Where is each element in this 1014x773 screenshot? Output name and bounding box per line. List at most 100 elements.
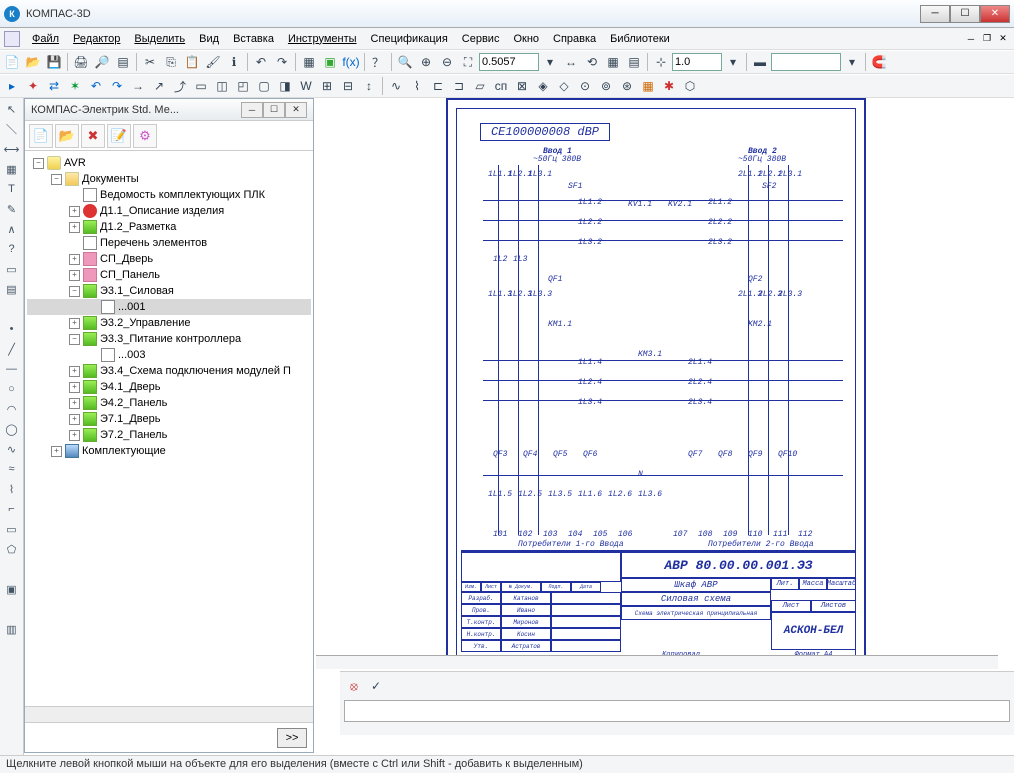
style-input[interactable] <box>771 53 841 71</box>
et-2[interactable]: ✦ <box>23 76 43 96</box>
vs-hatch-icon[interactable]: ▦ <box>3 160 21 178</box>
panel-min-icon[interactable]: ─ <box>241 102 263 118</box>
et-9[interactable]: ⤴ <box>170 76 190 96</box>
tree-expander[interactable]: − <box>51 174 62 185</box>
tree-node[interactable]: +Э4.2_Панель <box>27 395 311 411</box>
vs-arrow-icon[interactable]: ↖ <box>3 100 21 118</box>
drawing-canvas[interactable]: СЕ100000008 dBP Ввод 1 ~50Гц 380В Ввод 2… <box>316 98 1014 755</box>
spec-icon[interactable]: ▣ <box>320 52 340 72</box>
et-25[interactable]: ⊠ <box>512 76 532 96</box>
et-21[interactable]: ⊏ <box>428 76 448 96</box>
et-31[interactable]: ▦ <box>638 76 658 96</box>
brush-icon[interactable]: 🖌 <box>203 52 223 72</box>
et-19[interactable]: ∿ <box>386 76 406 96</box>
et-29[interactable]: ⊚ <box>596 76 616 96</box>
et-14[interactable]: ◨ <box>275 76 295 96</box>
et-7[interactable]: → <box>128 76 148 96</box>
cmd-stop-icon[interactable]: ⦻ <box>344 676 364 696</box>
panel-more-button[interactable]: >> <box>277 728 307 748</box>
redo-icon[interactable]: ↷ <box>272 52 292 72</box>
panel-tool-icon[interactable]: ⚙ <box>133 124 157 148</box>
et-32[interactable]: ✱ <box>659 76 679 96</box>
close-button[interactable]: ✕ <box>980 5 1010 23</box>
tree-node[interactable]: +Э4.1_Дверь <box>27 379 311 395</box>
tree-expander[interactable]: + <box>69 206 80 217</box>
panel-edit-icon[interactable]: 📝 <box>107 124 131 148</box>
tree-expander[interactable]: + <box>69 382 80 393</box>
et-15[interactable]: W <box>296 76 316 96</box>
refresh-icon[interactable]: ▦ <box>603 52 623 72</box>
zoom-prev-icon[interactable]: ⟲ <box>582 52 602 72</box>
zoom-area-icon[interactable]: ⛶ <box>458 52 478 72</box>
vs-text-icon[interactable]: T <box>3 180 21 198</box>
tree-node[interactable]: ...001 <box>27 299 311 315</box>
tree-node[interactable]: +Э3.2_Управление <box>27 315 311 331</box>
et-20[interactable]: ⌇ <box>407 76 427 96</box>
tree-node[interactable]: Ведомость комплектующих ПЛК <box>27 187 311 203</box>
menu-view[interactable]: Вид <box>193 31 225 47</box>
tree-node[interactable]: +Э7.1_Дверь <box>27 411 311 427</box>
zoom-dropdown-icon[interactable]: ▾ <box>540 52 560 72</box>
panel-doc-icon[interactable]: 📄 <box>29 124 53 148</box>
cut-icon[interactable]: ✂ <box>140 52 160 72</box>
vs-tree-icon[interactable]: ▣ <box>3 580 21 598</box>
vs-dim-icon[interactable]: ⟷ <box>3 140 21 158</box>
tree-expander[interactable]: + <box>69 398 80 409</box>
tree-expander[interactable]: + <box>69 254 80 265</box>
vs-edit-icon[interactable]: ✎ <box>3 200 21 218</box>
tree-expander[interactable]: − <box>69 286 80 297</box>
tree-node[interactable]: −Э3.3_Питание контроллера <box>27 331 311 347</box>
et-17[interactable]: ⊟ <box>338 76 358 96</box>
zoom-in-icon[interactable]: ⊕ <box>416 52 436 72</box>
tree-expander[interactable]: + <box>51 446 62 457</box>
undo-icon[interactable]: ↶ <box>251 52 271 72</box>
et-16[interactable]: ⊞ <box>317 76 337 96</box>
vs-meas-icon[interactable]: ? <box>3 240 21 258</box>
tree-expander[interactable]: + <box>69 430 80 441</box>
scale-dropdown-icon[interactable]: ▾ <box>723 52 743 72</box>
print-icon[interactable]: 🖨 <box>71 52 91 72</box>
tree-node[interactable]: +Д1.2_Разметка <box>27 219 311 235</box>
et-13[interactable]: ▢ <box>254 76 274 96</box>
et-28[interactable]: ⊙ <box>575 76 595 96</box>
vs-spec-icon[interactable]: ▤ <box>3 280 21 298</box>
pan-icon[interactable]: ↔ <box>561 52 581 72</box>
tree-expander[interactable]: + <box>69 318 80 329</box>
scale-input[interactable] <box>672 53 722 71</box>
et-12[interactable]: ◰ <box>233 76 253 96</box>
panel-max-icon[interactable]: ☐ <box>263 102 285 118</box>
vs-poly-icon[interactable]: ⬠ <box>3 540 21 558</box>
lib-icon[interactable]: ▦ <box>299 52 319 72</box>
help-icon[interactable]: ？ <box>368 52 388 72</box>
tree-expander[interactable]: + <box>69 414 80 425</box>
vars-icon[interactable]: f(x) <box>341 52 361 72</box>
cmd-ok-icon[interactable]: ✓ <box>366 676 386 696</box>
menu-libs[interactable]: Библиотеки <box>604 31 676 47</box>
tree-node[interactable]: +Комплектующие <box>27 443 311 459</box>
plotter-icon[interactable]: ▤ <box>113 52 133 72</box>
ruler-horizontal[interactable] <box>316 655 998 669</box>
maximize-button[interactable]: ☐ <box>950 5 980 23</box>
tree-node[interactable]: ...003 <box>27 347 311 363</box>
et-26[interactable]: ◈ <box>533 76 553 96</box>
paste-icon[interactable]: 📋 <box>182 52 202 72</box>
zoom-fit-icon[interactable]: 🔍 <box>395 52 415 72</box>
vs-seg-icon[interactable]: — <box>3 360 21 378</box>
layers-icon[interactable]: ▤ <box>624 52 644 72</box>
style-dropdown-icon[interactable]: ▾ <box>842 52 862 72</box>
tree-node[interactable]: −AVR <box>27 155 311 171</box>
tree-expander[interactable]: + <box>69 270 80 281</box>
tree-node[interactable]: +СП_Панель <box>27 267 311 283</box>
menu-editor[interactable]: Редактор <box>67 31 126 47</box>
zoom-out-icon[interactable]: ⊖ <box>437 52 457 72</box>
et-22[interactable]: ⊐ <box>449 76 469 96</box>
open-icon[interactable]: 📂 <box>23 52 43 72</box>
tree-node[interactable]: +СП_Дверь <box>27 251 311 267</box>
menu-tools[interactable]: Инструменты <box>282 31 363 47</box>
mdi-close[interactable]: ✕ <box>996 32 1010 46</box>
properties-icon[interactable]: ℹ <box>224 52 244 72</box>
et-30[interactable]: ⊛ <box>617 76 637 96</box>
tree-node[interactable]: +Э3.4_Схема подключения модулей П <box>27 363 311 379</box>
command-input[interactable] <box>344 700 1010 722</box>
vs-circle-icon[interactable]: ○ <box>3 380 21 398</box>
